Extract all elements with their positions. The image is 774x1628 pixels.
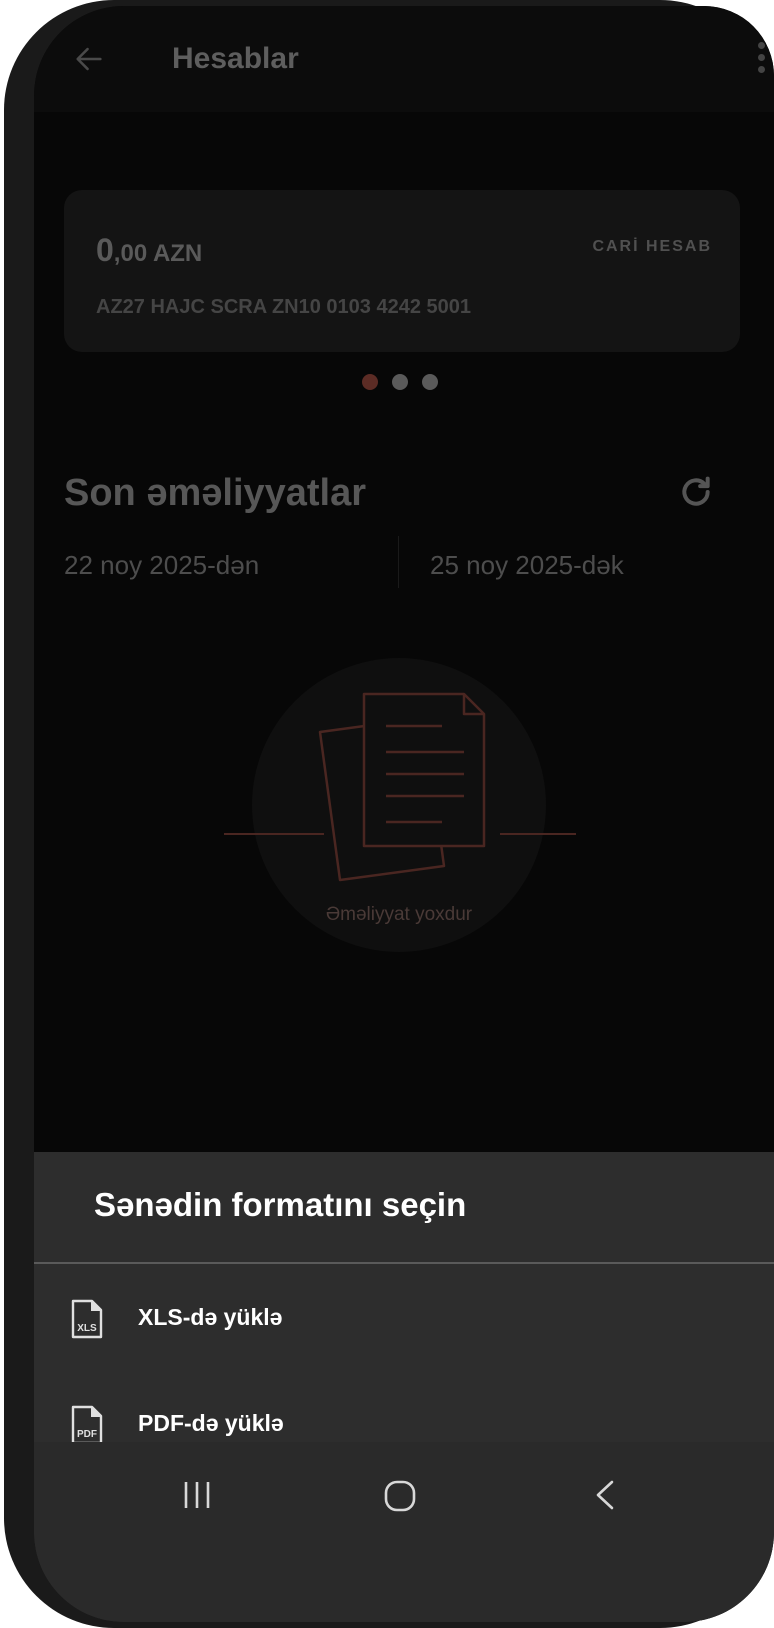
carousel-dot[interactable] [422,374,438,390]
refresh-icon[interactable] [676,472,716,512]
recent-apps-icon[interactable] [180,1478,214,1512]
pdf-icon-text: PDF [77,1429,97,1440]
more-options-icon[interactable] [758,42,768,78]
account-type-label: CARİ HESAB [592,238,712,255]
section-title: Son əməliyyatlar [64,472,367,514]
account-balance: 0,00 AZN [96,232,202,269]
balance-integer: 0 [96,232,114,268]
account-card[interactable]: 0,00 AZN CARİ HESAB AZ27 HAJC SCRA ZN10 … [64,190,740,352]
phone-frame: Hesablar 0,00 AZN CARİ HESAB AZ27 HAJC S… [0,0,774,1628]
empty-documents-icon [224,692,576,882]
xls-icon-text: XLS [77,1323,97,1334]
sheet-divider [34,1262,774,1264]
empty-state-text: Əməliyyat yoxdur [325,904,473,925]
download-xls-option[interactable]: XLS XLS-də yüklə [34,1272,774,1372]
balance-fraction-currency: ,00 AZN [113,240,203,267]
download-xls-label: XLS-də yüklə [138,1304,283,1330]
account-iban: AZ27 HAJC SCRA ZN10 0103 4242 5001 [96,296,472,318]
carousel-dot[interactable] [362,374,378,390]
app-header: Hesablar [34,6,774,112]
system-navigation-bar [34,1442,774,1622]
system-back-icon[interactable] [590,1478,620,1512]
sheet-title: Sənədin formatını seçin [94,1186,467,1223]
xls-file-icon: XLS [71,1299,103,1339]
home-icon[interactable] [382,1478,418,1514]
back-arrow-icon[interactable] [72,42,106,76]
carousel-indicator [362,374,438,390]
date-divider [398,536,399,588]
download-pdf-label: PDF-də yüklə [138,1410,284,1436]
screen: Hesablar 0,00 AZN CARİ HESAB AZ27 HAJC S… [34,6,774,1622]
page-title: Hesablar [172,42,299,75]
date-from-field[interactable]: 22 noy 2025-dən [64,550,259,581]
carousel-dot[interactable] [392,374,408,390]
pdf-file-icon: PDF [71,1405,103,1445]
date-to-field[interactable]: 25 noy 2025-dək [430,550,624,581]
